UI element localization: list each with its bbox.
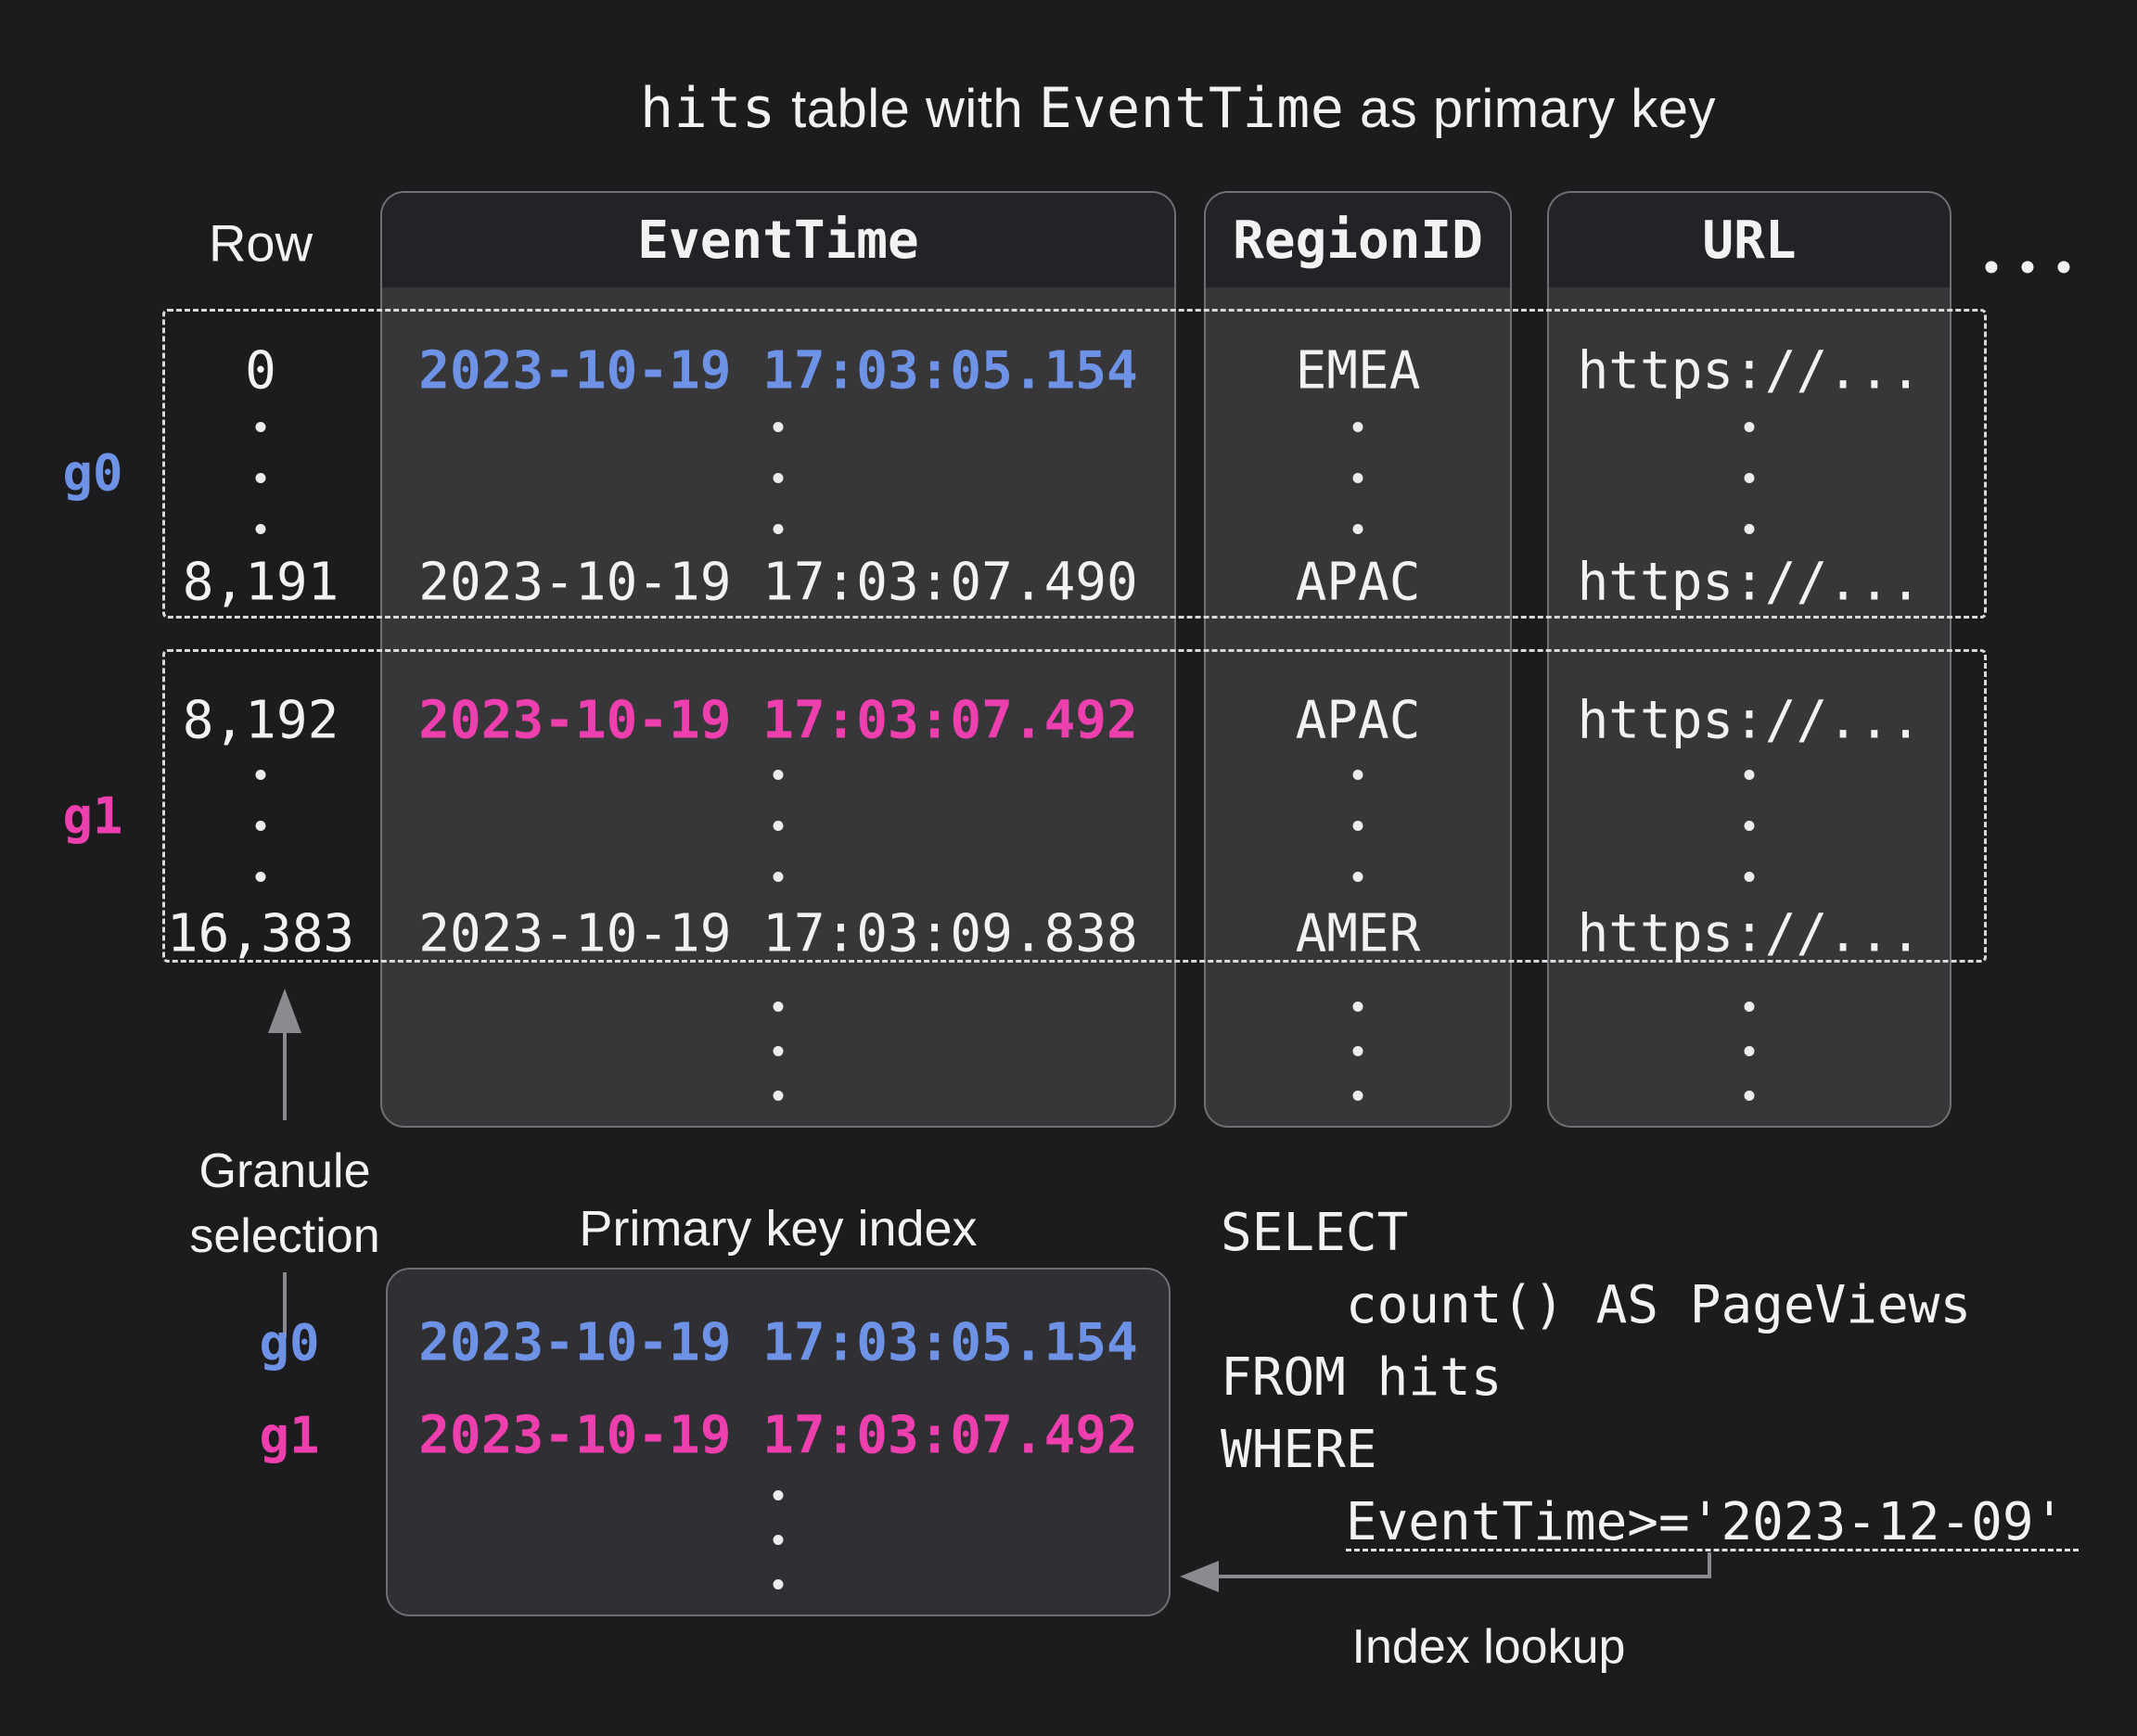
ellipsis-dots [1745, 422, 1755, 534]
granule-selection-label: Granuleselection [189, 1139, 379, 1269]
row-number: 0 [245, 341, 276, 402]
ellipsis-dots [256, 422, 266, 534]
pk-entry-label-g1: g1 [259, 1407, 319, 1465]
sql-line: FROM hits [1221, 1342, 2065, 1414]
title-code-eventtime: EventTime [1039, 76, 1345, 141]
where-condition-underline [1346, 1549, 2079, 1551]
page-title: hits table with EventTime as primary key [640, 76, 1716, 141]
sql-line: count() AS PageViews [1221, 1270, 2065, 1342]
primary-key-index-title: Primary key index [579, 1200, 977, 1257]
region-value: AMER [1296, 904, 1421, 964]
url-value: https://... [1578, 904, 1922, 964]
title-code-hits: hits [640, 76, 776, 141]
sql-line: WHERE [1221, 1414, 2065, 1487]
ellipsis-dots [774, 1002, 784, 1101]
ellipsis-dots [774, 1490, 784, 1589]
row-number: 8,191 [183, 553, 339, 613]
granule-label-g0: g0 [62, 444, 122, 503]
pk-entry-label-g0: g0 [259, 1314, 319, 1372]
region-value: APAC [1296, 691, 1421, 751]
ellipsis-dots [774, 770, 784, 882]
pk-entry-value-g1: 2023-10-19 17:03:07.492 [418, 1406, 1137, 1466]
url-value: https://... [1578, 691, 1922, 751]
granule-selection-arrowhead-icon [268, 989, 301, 1033]
column-header-url: URL [1549, 193, 1950, 287]
ellipsis-dots [256, 770, 266, 882]
ellipsis-dots [1745, 1002, 1755, 1101]
more-columns-ellipsis-icon [1986, 262, 2070, 274]
url-value: https://... [1578, 341, 1922, 402]
column-header-regionid: RegionID [1206, 193, 1510, 287]
granule-label-g1: g1 [62, 787, 122, 846]
eventtime-value: 2023-10-19 17:03:05.154 [418, 341, 1137, 402]
index-lookup-arrow-stem [1210, 1575, 1711, 1578]
ellipsis-dots [1353, 1002, 1363, 1101]
index-lookup-arrowhead-icon [1180, 1561, 1219, 1592]
column-header-eventtime: EventTime [382, 193, 1174, 287]
url-value: https://... [1578, 553, 1922, 613]
sql-query: SELECT count() AS PageViews FROM hits WH… [1221, 1197, 2065, 1559]
eventtime-value: 2023-10-19 17:03:07.490 [418, 553, 1137, 613]
eventtime-value: 2023-10-19 17:03:09.838 [418, 904, 1137, 964]
ellipsis-dots [1745, 770, 1755, 882]
region-value: APAC [1296, 553, 1421, 613]
ellipsis-dots [1353, 422, 1363, 534]
eventtime-value: 2023-10-19 17:03:07.492 [418, 691, 1137, 751]
index-lookup-label: Index lookup [1352, 1619, 1626, 1675]
row-number: 8,192 [183, 691, 339, 751]
sql-line: SELECT [1221, 1197, 2065, 1270]
region-value: EMEA [1296, 341, 1421, 402]
ellipsis-dots [1353, 770, 1363, 882]
row-number: 16,383 [167, 904, 354, 964]
diagram-canvas: hits table with EventTime as primary key… [0, 0, 2137, 1736]
granule-selection-arrow-stem [283, 1029, 287, 1120]
ellipsis-dots [774, 422, 784, 534]
row-column-header: Row [209, 213, 313, 274]
pk-entry-value-g0: 2023-10-19 17:03:05.154 [418, 1313, 1137, 1373]
